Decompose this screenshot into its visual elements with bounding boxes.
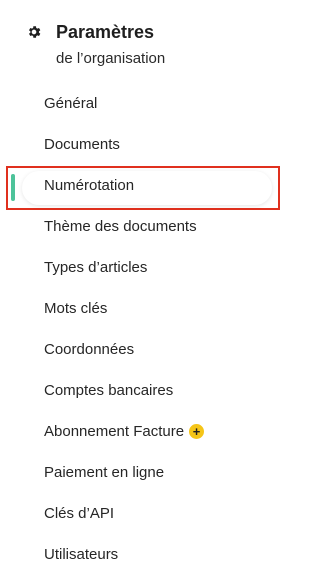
nav-item-label: Thème des documents: [44, 218, 197, 235]
nav-item-coordonnees[interactable]: Coordonnées: [0, 330, 289, 371]
nav-item-label: Général: [44, 95, 98, 112]
nav-item-theme-documents[interactable]: Thème des documents: [0, 207, 289, 248]
nav-item-label: Paiement en ligne: [44, 464, 165, 481]
nav-item-label: Coordonnées: [44, 341, 135, 358]
nav-item-label: Documents: [44, 136, 120, 153]
active-indicator: [11, 174, 15, 201]
settings-header: Paramètres de l’organisation: [26, 22, 276, 72]
nav-item-label: Clés d’API: [44, 505, 115, 522]
nav-item-label: Comptes bancaires: [44, 382, 174, 399]
nav-item-utilisateurs[interactable]: Utilisateurs: [0, 535, 289, 576]
nav-item-paiement-en-ligne[interactable]: Paiement en ligne: [0, 453, 289, 494]
plus-badge-icon: +: [189, 424, 205, 439]
nav-item-comptes-bancaires[interactable]: Comptes bancaires: [0, 371, 289, 412]
nav-item-cles-api[interactable]: Clés d’API: [0, 494, 289, 535]
nav-item-general[interactable]: Général: [0, 84, 289, 125]
nav-item-mots-cles[interactable]: Mots clés: [0, 289, 289, 330]
nav-item-abonnement-facture[interactable]: Abonnement Facture +: [0, 412, 289, 453]
nav-item-types-articles[interactable]: Types d’articles: [0, 248, 289, 289]
page-title: Paramètres: [56, 22, 155, 42]
page-subtitle: de l’organisation: [56, 50, 166, 67]
gear-icon: [29, 26, 41, 38]
nav-item-numerotation[interactable]: Numérotation: [0, 166, 289, 210]
nav-item-label: Numérotation: [44, 177, 135, 194]
settings-nav: Général Documents Numérotation Thème des…: [0, 84, 289, 576]
nav-item-label-wrap: Abonnement Facture +: [44, 423, 205, 440]
nav-item-label: Types d’articles: [44, 259, 148, 276]
nav-item-label: Mots clés: [44, 300, 108, 317]
nav-item-label: Utilisateurs: [44, 546, 119, 563]
settings-sidebar: Paramètres de l’organisation Général Doc…: [0, 0, 289, 578]
nav-item-documents[interactable]: Documents: [0, 125, 289, 166]
nav-item-label: Abonnement Facture: [44, 423, 185, 440]
